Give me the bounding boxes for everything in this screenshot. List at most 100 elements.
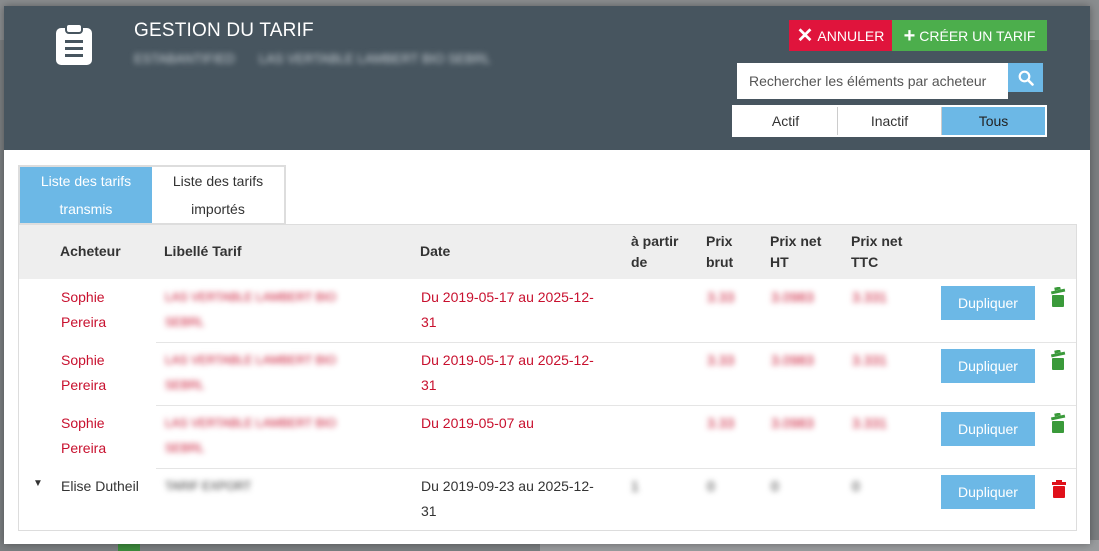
col-prix-brut-line2: brut — [706, 254, 734, 270]
price-ttc: 0 — [852, 478, 860, 494]
status-filter: Actif Inactif Tous — [732, 105, 1047, 137]
duplicate-button[interactable]: Dupliquer — [941, 412, 1035, 446]
cancel-button[interactable]: ✕ ANNULER — [789, 20, 892, 51]
search-input[interactable] — [739, 65, 1006, 97]
archive-trash-icon[interactable] — [1050, 287, 1066, 307]
col-prix-ht-line2: HT — [770, 254, 789, 270]
filter-tous[interactable]: Tous — [942, 107, 1045, 135]
tab-transmitted-line1: Liste des tarifs — [40, 173, 132, 189]
price-apartir: 1 — [631, 478, 639, 494]
duplicate-button[interactable]: Dupliquer — [941, 475, 1035, 509]
page-title: GESTION DU TARIF — [134, 20, 314, 41]
tariff-modal: GESTION DU TARIF ESTABANTIFIED LAS VERTA… — [4, 6, 1090, 544]
tariff-date: Du 2019-05-17 au 2025-12- 31 — [421, 348, 594, 398]
subtitle-product: LAS VERTABLE LAMBERT BIO SEBRL — [258, 51, 491, 66]
col-prix-ht: Prix net HT — [770, 231, 821, 273]
buyer-name[interactable]: Elise Dutheil — [61, 474, 139, 499]
tariff-label-line1: LAS VERTABLE LAMBERT BIO — [165, 353, 337, 367]
filter-inactif[interactable]: Inactif — [838, 107, 942, 135]
archive-trash-icon[interactable] — [1050, 413, 1066, 433]
table-row: ▼ Elise Dutheil TARIF EXPORT Du 2019-09-… — [19, 468, 1076, 531]
subtitle-company: ESTABANTIFIED — [134, 51, 235, 66]
date-line1: Du 2019-05-17 au 2025-12- — [421, 352, 594, 368]
search-button[interactable] — [1008, 63, 1043, 92]
price-brut: 3.33 — [707, 289, 735, 305]
price-brut: 0 — [707, 478, 715, 494]
col-prix-brut: Prix brut — [706, 231, 733, 273]
col-apartir-line1: à partir — [631, 233, 679, 249]
col-prix-ttc-line2: TTC — [851, 254, 879, 270]
tariff-label-line2: SEBRL — [165, 378, 205, 392]
tariff-label: LAS VERTABLE LAMBERT BIO SEBRL — [165, 411, 336, 461]
modal-header: GESTION DU TARIF ESTABANTIFIED LAS VERTA… — [4, 6, 1090, 150]
duplicate-button[interactable]: Dupliquer — [941, 286, 1035, 320]
date-line2: 31 — [421, 503, 437, 519]
col-acheteur: Acheteur — [60, 243, 121, 259]
col-date: Date — [420, 243, 451, 259]
tariff-label-line1: LAS VERTABLE LAMBERT BIO — [165, 290, 337, 304]
tariff-date: Du 2019-05-07 au — [421, 411, 534, 436]
buyer-last: Pereira — [61, 377, 107, 393]
buyer-last: Pereira — [61, 440, 107, 456]
col-prix-brut-line1: Prix — [706, 233, 733, 249]
tariff-date: Du 2019-05-17 au 2025-12- 31 — [421, 285, 594, 335]
price-ttc: 3.331 — [852, 352, 888, 368]
price-ttc: 3.331 — [852, 289, 888, 305]
tab-transmitted[interactable]: Liste des tarifs transmis — [20, 167, 152, 223]
table-row: Sophie Pereira LAS VERTABLE LAMBERT BIO SE… — [19, 342, 1076, 405]
search-box — [737, 63, 1008, 99]
buyer-first: Sophie — [61, 352, 105, 368]
tariff-label: TARIF EXPORT — [165, 479, 252, 493]
table-row: Sophie Pereira LAS VERTABLE LAMBERT BIO SE… — [19, 405, 1076, 468]
buyer-first: Sophie — [61, 415, 105, 431]
col-libelle: Libellé Tarif — [164, 243, 242, 259]
price-brut: 3.33 — [707, 352, 735, 368]
col-apartir-line2: de — [631, 254, 648, 270]
tariff-label-line2: SEBRL — [165, 441, 205, 455]
tariff-tabs: Liste des tarifs transmis Liste des tarif… — [18, 165, 286, 225]
buyer-name[interactable]: Sophie Pereira — [61, 348, 106, 398]
price-brut: 3.33 — [707, 415, 735, 431]
price-ttc: 3.331 — [852, 415, 888, 431]
price-ht: 3.0983 — [771, 289, 814, 305]
buyer-first: Sophie — [61, 289, 105, 305]
table-header: Acheteur Libellé Tarif Date à partir de P… — [19, 225, 1076, 279]
delete-trash-icon[interactable] — [1051, 480, 1067, 500]
clipboard-icon — [56, 23, 92, 65]
price-ht: 0 — [771, 478, 779, 494]
tariff-label-line1: LAS VERTABLE LAMBERT BIO — [165, 416, 337, 430]
col-prix-ht-line1: Prix net — [770, 233, 822, 249]
buyer-name[interactable]: Sophie Pereira — [61, 411, 106, 461]
tariff-label: LAS VERTABLE LAMBERT BIO SEBRL — [165, 348, 336, 398]
plus-icon: + — [903, 24, 916, 47]
create-label: CRÉER UN TARIF — [919, 27, 1036, 44]
archive-trash-icon[interactable] — [1050, 350, 1066, 370]
tab-imported[interactable]: Liste des tarifs importés — [152, 167, 284, 223]
filter-actif[interactable]: Actif — [734, 107, 838, 135]
table-row: Sophie Pereira LAS VERTABLE LAMBERT BIO SE… — [19, 279, 1076, 342]
date-line1: Du 2019-05-17 au 2025-12- — [421, 289, 594, 305]
tariff-label: LAS VERTABLE LAMBERT BIO SEBRL — [165, 285, 336, 335]
tab-transmitted-line2: transmis — [59, 201, 113, 217]
duplicate-button[interactable]: Dupliquer — [941, 349, 1035, 383]
tariff-table: Acheteur Libellé Tarif Date à partir de P… — [18, 224, 1077, 531]
price-ht: 3.0983 — [771, 415, 814, 431]
expand-caret-icon[interactable]: ▼ — [33, 478, 43, 489]
buyer-last: Pereira — [61, 314, 107, 330]
page-subtitle: ESTABANTIFIED LAS VERTABLE LAMBERT BIO S… — [134, 51, 491, 66]
tariff-label-line2: SEBRL — [165, 315, 205, 329]
buyer-name[interactable]: Sophie Pereira — [61, 285, 106, 335]
date-line1: Du 2019-09-23 au 2025-12- — [421, 478, 594, 494]
col-prix-ttc: Prix net TTC — [851, 231, 902, 273]
tab-imported-line1: Liste des tarifs — [172, 173, 264, 189]
date-line2: 31 — [421, 314, 437, 330]
create-tariff-button[interactable]: + CRÉER UN TARIF — [892, 20, 1047, 51]
close-icon: ✕ — [796, 24, 814, 47]
col-prix-ttc-line1: Prix net — [851, 233, 903, 249]
date-line2: 31 — [421, 377, 437, 393]
tariff-date: Du 2019-09-23 au 2025-12- 31 — [421, 474, 594, 524]
price-ht: 3.0983 — [771, 352, 814, 368]
search-icon — [1018, 70, 1034, 86]
col-apartir: à partir de — [631, 231, 678, 273]
date-line1: Du 2019-05-07 au — [421, 415, 534, 431]
